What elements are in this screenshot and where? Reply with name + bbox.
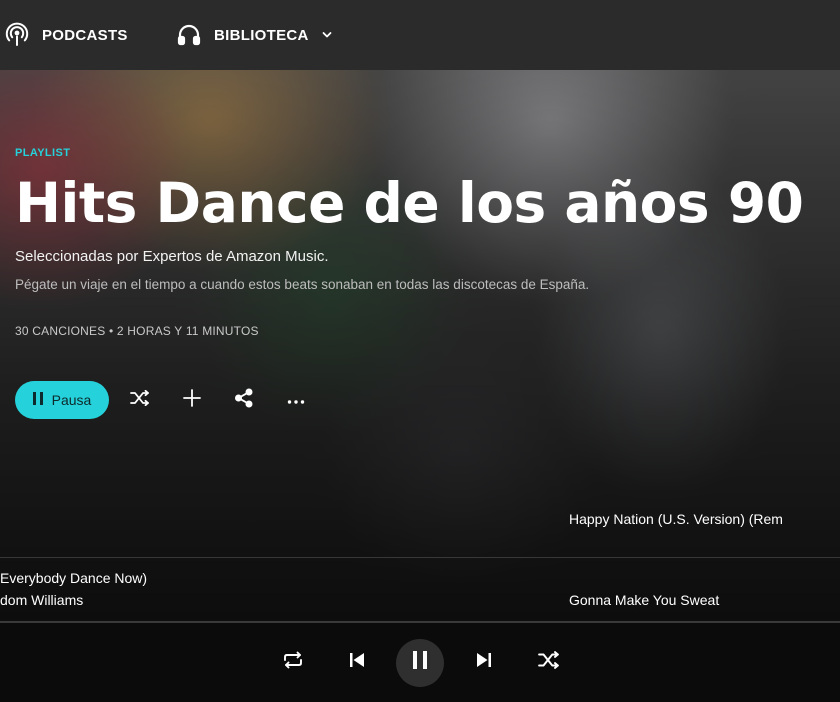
playlist-actions: Pausa	[15, 381, 109, 419]
playlist-title: Hits Dance de los años 90	[15, 171, 804, 235]
nav-library-label: BIBLIOTECA	[214, 26, 309, 44]
share-button[interactable]	[233, 381, 255, 419]
top-navigation: PODCASTS BIBLIOTECA	[0, 0, 840, 70]
repeat-button[interactable]	[280, 623, 306, 702]
pause-button[interactable]: Pausa	[15, 381, 109, 419]
shuffle-icon	[130, 389, 150, 411]
nav-podcasts[interactable]: PODCASTS	[4, 0, 128, 70]
podcast-icon	[4, 22, 30, 48]
shuffle-button[interactable]	[128, 381, 152, 419]
previous-button[interactable]	[345, 623, 369, 702]
row-divider	[0, 557, 840, 558]
chevron-down-icon	[322, 31, 332, 39]
next-button[interactable]	[472, 623, 496, 702]
nav-library[interactable]: BIBLIOTECA	[176, 0, 332, 70]
pause-button-label: Pausa	[51, 392, 92, 408]
pause-icon	[413, 651, 427, 674]
next-icon	[476, 652, 492, 673]
plus-icon	[183, 388, 201, 412]
add-to-library-button[interactable]	[181, 381, 203, 419]
shuffle-button[interactable]	[537, 623, 561, 702]
playlist-hero	[0, 70, 840, 620]
nav-podcasts-label: PODCASTS	[42, 26, 128, 44]
playlist-description: Pégate un viaje en el tiempo a cuando es…	[15, 277, 590, 292]
repeat-icon	[282, 651, 304, 674]
now-playing-title[interactable]: Everybody Dance Now)	[0, 570, 147, 586]
pause-icon	[32, 392, 43, 408]
playlist-eyebrow: PLAYLIST	[15, 147, 71, 159]
playlist-curator: Seleccionadas por Expertos de Amazon Mus…	[15, 248, 329, 265]
track-title[interactable]: Happy Nation (U.S. Version) (Rem	[569, 511, 783, 527]
play-pause-button[interactable]	[396, 623, 444, 702]
share-icon	[234, 388, 254, 413]
track-title[interactable]: Gonna Make You Sweat	[569, 592, 719, 608]
headphones-icon	[176, 22, 202, 48]
shuffle-icon	[538, 651, 560, 674]
more-icon	[287, 391, 305, 409]
player-bar	[0, 621, 840, 702]
previous-icon	[349, 652, 365, 673]
more-options-button[interactable]	[285, 381, 307, 419]
now-playing-artist[interactable]: dom Williams	[0, 592, 83, 608]
playlist-meta: 30 CANCIONES • 2 HORAS Y 11 MINUTOS	[15, 324, 259, 338]
